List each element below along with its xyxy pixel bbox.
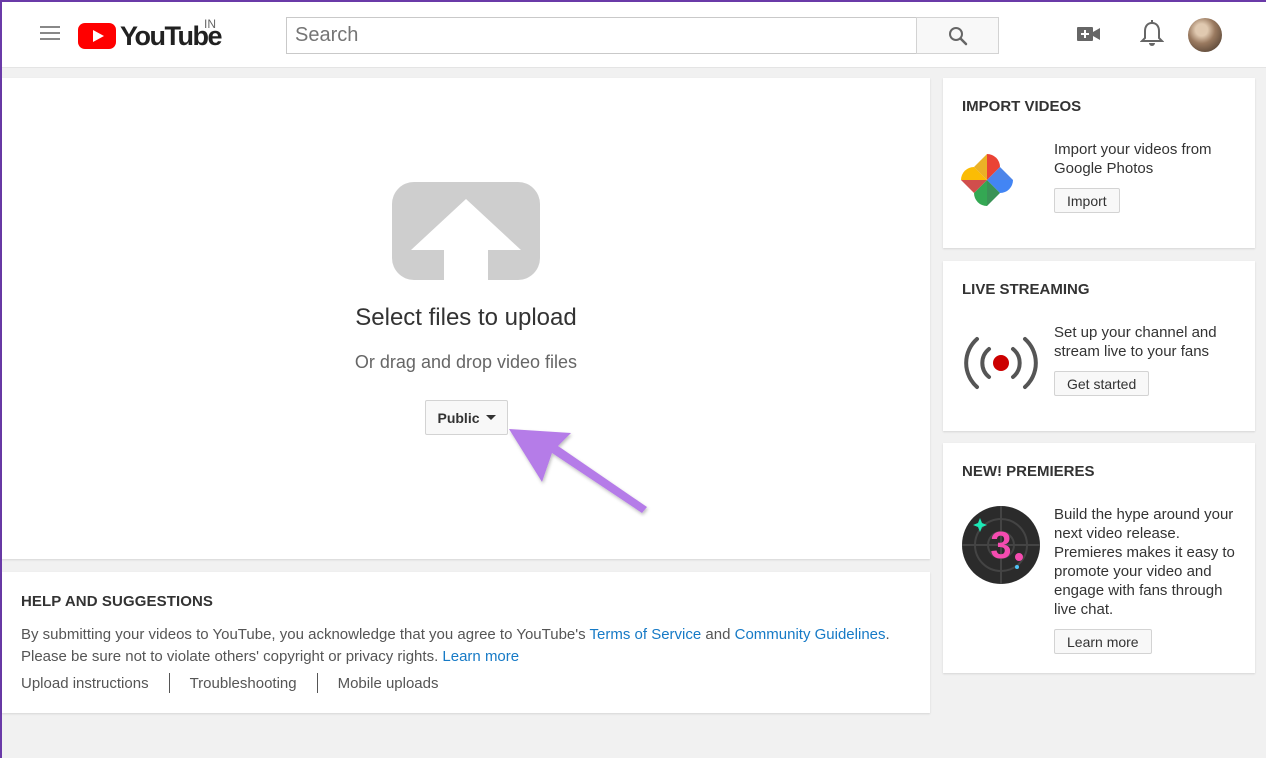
premieres-card: NEW! PREMIERES 3 Build the hype around y… xyxy=(943,443,1255,673)
import-videos-text: Import your videos from Google Photos xyxy=(1054,141,1212,177)
upload-area[interactable]: Select files to upload Or drag and drop … xyxy=(2,78,930,559)
google-photos-icon xyxy=(961,154,1013,206)
help-text: By submitting your videos to YouTube, yo… xyxy=(21,624,911,668)
divider xyxy=(168,673,170,693)
terms-of-service-link[interactable]: Terms of Service xyxy=(590,626,702,643)
top-bar: YouTube IN xyxy=(2,2,1266,68)
account-avatar[interactable] xyxy=(1188,18,1222,52)
learn-more-button[interactable]: Learn more xyxy=(1054,629,1152,654)
live-streaming-card: LIVE STREAMING Set up your channel and s… xyxy=(943,261,1255,431)
divider xyxy=(316,673,318,693)
menu-icon[interactable] xyxy=(40,26,60,42)
learn-more-link[interactable]: Learn more xyxy=(442,648,519,665)
community-guidelines-link[interactable]: Community Guidelines xyxy=(735,626,886,643)
import-button[interactable]: Import xyxy=(1054,188,1120,213)
upload-arrow-icon[interactable] xyxy=(392,182,540,280)
upload-title: Select files to upload xyxy=(355,304,577,331)
region-code: IN xyxy=(204,17,216,31)
youtube-play-icon xyxy=(78,23,116,49)
search-button[interactable] xyxy=(916,17,999,54)
help-suggestions-card: HELP AND SUGGESTIONS By submitting your … xyxy=(2,572,930,713)
mobile-uploads-link[interactable]: Mobile uploads xyxy=(338,675,439,692)
help-text-part: Please be sure not to violate others' co… xyxy=(21,648,443,665)
notifications-bell-icon[interactable] xyxy=(1140,20,1164,48)
caret-down-icon xyxy=(485,415,496,420)
help-text-part: and xyxy=(701,626,735,643)
live-streaming-title: LIVE STREAMING xyxy=(962,281,1090,298)
youtube-logo[interactable]: YouTube IN xyxy=(78,17,222,52)
privacy-dropdown[interactable]: Public xyxy=(425,400,508,435)
help-text-part: By submitting your videos to YouTube, yo… xyxy=(21,626,590,643)
create-video-icon[interactable] xyxy=(1076,24,1102,44)
help-text-part: . xyxy=(885,626,890,643)
search-input[interactable] xyxy=(286,17,917,54)
upload-instructions-link[interactable]: Upload instructions xyxy=(21,675,149,692)
premieres-title: NEW! PREMIERES xyxy=(962,463,1095,480)
live-broadcast-icon xyxy=(964,337,1038,389)
upload-subtitle: Or drag and drop video files xyxy=(354,352,578,372)
import-videos-title: IMPORT VIDEOS xyxy=(962,98,1082,115)
troubleshooting-link[interactable]: Troubleshooting xyxy=(190,675,297,692)
premieres-text: Build the hype around your next video re… xyxy=(1054,506,1235,618)
search-icon xyxy=(949,27,968,46)
help-title: HELP AND SUGGESTIONS xyxy=(21,593,214,610)
live-streaming-text: Set up your channel and stream live to y… xyxy=(1054,324,1217,360)
privacy-label: Public xyxy=(437,409,480,426)
help-links: Upload instructions Troubleshooting Mobi… xyxy=(21,673,439,693)
svg-text:3: 3 xyxy=(990,525,1011,567)
premieres-countdown-icon: 3 xyxy=(962,506,1040,584)
import-videos-card: IMPORT VIDEOS Import your videos from Go… xyxy=(943,78,1255,248)
get-started-button[interactable]: Get started xyxy=(1054,371,1150,396)
